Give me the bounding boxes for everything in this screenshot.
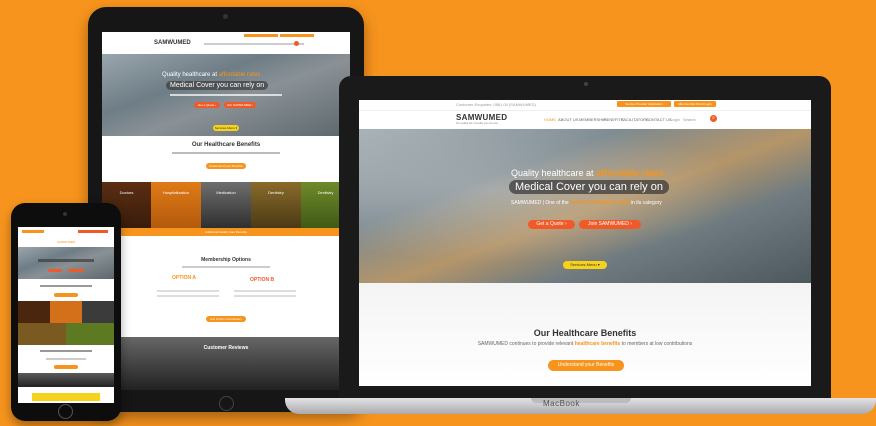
tablet-option-b-text [234, 290, 296, 292]
hero-section: Quality healthcare at affordable rates M… [359, 129, 811, 283]
tablet-benefits-sub [172, 152, 280, 154]
phone-membership-text [46, 358, 86, 360]
hero-line2: Medical Cover you can rely on [509, 180, 669, 194]
tablet-services-button[interactable]: Services Menu ▾ [213, 125, 239, 131]
tablet-membership-sub [182, 266, 270, 268]
tablet-hero: Quality healthcare at affordable rates M… [102, 54, 350, 136]
macbook-label: MacBook [543, 399, 580, 408]
benefits-subtitle: SAMWUMED continues to provide relevant h… [477, 341, 693, 347]
tablet-option-a-text-2 [157, 295, 219, 297]
tablet-topbar-btn1[interactable] [244, 34, 278, 37]
tablet-quote-button[interactable]: Get a Quote › [194, 102, 220, 108]
phone-hero-line2 [38, 259, 94, 262]
phone-reviews-section [18, 373, 114, 387]
phone-benefits-button[interactable] [54, 293, 78, 297]
hero-overlay [359, 129, 811, 283]
tablet-option-b[interactable]: OPTION B [250, 277, 274, 283]
nav-facilitators[interactable]: FACILITATORS [621, 117, 649, 122]
phone-device: SAMWUMED [11, 203, 121, 421]
tablet-hero-line2: Medical Cover you can rely on [166, 81, 269, 90]
phone-menu[interactable] [78, 230, 108, 233]
tablet-topbar-btn2[interactable] [280, 34, 314, 37]
nav-contact-us[interactable]: CONTACT US [646, 117, 672, 122]
services-menu-button[interactable]: Services Menu ▾ [563, 261, 607, 269]
phone-hero [18, 247, 114, 279]
site-logo[interactable]: SAMWUMED [456, 113, 507, 122]
phone-tile-4[interactable] [18, 323, 66, 345]
tablet-screen: SAMWUMED Quality healthcare at affordabl… [102, 32, 350, 390]
laptop-camera [584, 82, 588, 86]
benefits-title: Our Healthcare Benefits [533, 328, 637, 338]
tablet-nav[interactable] [204, 43, 304, 45]
site-logo-tag: for medical aid / benefits you can trust [456, 122, 499, 125]
tablet-logo[interactable]: SAMWUMED [154, 40, 191, 46]
laptop-screen: Customer Enquiries: 0861 00 (SAMWUMED) S… [359, 100, 811, 386]
tablet-membership-button[interactable]: Get Option Contribution [206, 316, 246, 322]
benefits-section: Our Healthcare Benefits SAMWUMED continu… [359, 283, 811, 386]
tablet-home-button[interactable] [219, 396, 234, 411]
phone-tile-3[interactable] [82, 301, 114, 323]
phone-tile-2[interactable] [50, 301, 82, 323]
tablet-membership-title: Membership Options [201, 257, 251, 263]
tablet-reviews-section: Customer Reviews [102, 337, 350, 390]
tablet-device: SAMWUMED Quality healthcare at affordabl… [88, 7, 364, 412]
hero-subtitle: SAMWUMED | One of the lowest contributio… [511, 200, 662, 206]
nav-membership[interactable]: MEMBERSHIP [579, 117, 606, 122]
benefits-button[interactable]: Understand your Benefits [548, 360, 624, 371]
laptop-lid: Customer Enquiries: 0861 00 (SAMWUMED) S… [339, 76, 831, 400]
tablet-option-b-text-2 [234, 295, 296, 297]
get-quote-button[interactable]: Get a Quote › [528, 220, 575, 229]
nav-search[interactable]: Search [683, 117, 696, 122]
tablet-tile-medication[interactable]: Medication [201, 182, 251, 228]
phone-home-button[interactable] [58, 404, 73, 419]
tablet-tile-dentistry[interactable]: Dentistry [251, 182, 301, 228]
tablet-hero-sub [170, 94, 282, 96]
laptop-topbar: Customer Enquiries: 0861 00 (SAMWUMED) S… [359, 100, 811, 110]
phone-membership-button[interactable] [54, 365, 78, 369]
tablet-tiles-bar[interactable]: Additional Health Care Benefits [102, 228, 350, 236]
tablet-tile-hospitalisation[interactable]: Hospitalisation [151, 182, 201, 228]
tablet-option-a-text [157, 290, 219, 292]
phone-camera [63, 212, 67, 216]
phone-tile-5[interactable] [66, 323, 114, 345]
tablet-header: SAMWUMED [102, 32, 350, 54]
topbar-enquiries: Customer Enquiries: 0861 00 (SAMWUMED) [456, 102, 536, 107]
tablet-benefits-title: Our Healthcare Benefits [191, 142, 261, 148]
phone-header [18, 227, 114, 239]
membership-portal-button[interactable]: Membership Portal Login [674, 101, 716, 107]
hero-line1: Quality healthcare at affordable rates [511, 168, 664, 178]
tablet-join-button[interactable]: Join SAMWUMED › [224, 102, 256, 108]
nav-about-us[interactable]: ABOUT US [558, 117, 578, 122]
phone-quote-button[interactable] [48, 269, 62, 272]
tablet-search-icon[interactable] [294, 41, 299, 46]
join-button[interactable]: Join SAMWUMED › [579, 220, 641, 229]
nav-home[interactable]: HOME [544, 117, 556, 122]
phone-tile-1[interactable] [18, 301, 50, 323]
phone-footer-strip [32, 393, 100, 401]
phone-membership-title [40, 350, 92, 352]
laptop-base [285, 398, 876, 414]
nav-login[interactable]: Login [670, 117, 680, 122]
tablet-hero-line1: Quality healthcare at affordable rates [162, 72, 261, 78]
service-provider-button[interactable]: Service Provider Application [617, 101, 671, 107]
phone-logo[interactable]: SAMWUMED [18, 240, 114, 246]
tablet-option-a[interactable]: OPTION A [172, 275, 196, 281]
phone-topbar[interactable] [22, 230, 44, 233]
phone-benefits-title [40, 285, 92, 287]
tablet-camera [223, 14, 228, 19]
tablet-reviews-title: Customer Reviews [203, 345, 249, 351]
tablet-benefits-button[interactable]: Understand your Benefits [206, 163, 246, 169]
phone-join-button[interactable] [68, 269, 84, 272]
phone-screen: SAMWUMED [18, 227, 114, 403]
search-icon[interactable]: ⌕ [710, 115, 717, 122]
laptop-navbar: SAMWUMED for medical aid / benefits you … [359, 110, 811, 130]
